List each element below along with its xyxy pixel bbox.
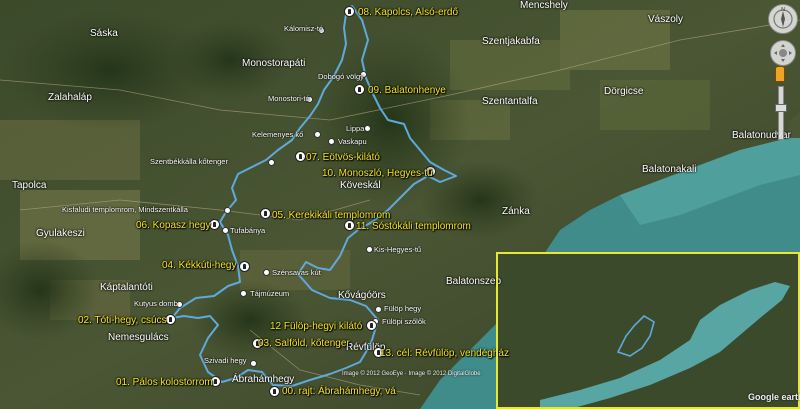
poi-vaskapu: Vaskapu [338, 137, 367, 146]
poi-dot[interactable] [240, 290, 247, 297]
hiker-pin-icon[interactable] [344, 6, 355, 17]
stage-label-09: 09. Balatonhenye [368, 85, 446, 96]
stage-label-13: 13. cél: Révfülöp, vendégház [380, 348, 509, 359]
svg-text:N: N [781, 7, 785, 13]
town-koveskal: Köveskál [340, 180, 381, 191]
town-saska: Sáska [90, 28, 118, 39]
town-mencshely: Mencshely [520, 0, 568, 11]
town-zalahalap: Zalahaláp [48, 92, 92, 103]
zoom-slider-knob[interactable] [775, 104, 787, 112]
poi-kisfaludi-templomrom: Kisfaludi templomrom, Mindszentkálla [62, 205, 188, 214]
town-tapolca: Tapolca [12, 180, 47, 191]
stage-label-12: 12 Fülöp-hegyi kilátó [270, 321, 363, 332]
compass-glyph: N [773, 7, 793, 29]
stage-label-04: 04. Kékkúti-hegy [162, 260, 237, 271]
poi-dot[interactable] [268, 159, 275, 166]
look-joystick-icon[interactable] [770, 40, 796, 66]
poi-dobogo-volgy: Dobogó völgy [318, 72, 364, 81]
hiker-pin-icon[interactable] [295, 151, 306, 162]
poi-lippa: Lippa [346, 124, 365, 133]
town-dorgicse: Dörgicse [604, 86, 644, 97]
poi-fulop-hegy: Fülöp hegy [384, 304, 422, 313]
poi-kis-hegyes-tu: Kis-Hegyes-tű [374, 245, 422, 254]
stage-label-10: 10. Monoszló, Hegyes-tű [322, 168, 433, 179]
stage-label-02: 02. Tóti-hegy, csúcs [78, 315, 167, 326]
poi-dot[interactable] [364, 125, 371, 132]
stage-label-05: 05. Kerekikáli templomrom [272, 210, 391, 221]
hiker-pin-icon[interactable] [239, 261, 250, 272]
poi-monostori-to: Monostori-tó [268, 94, 310, 103]
poi-dot[interactable] [224, 207, 231, 214]
imagery-credit: Image © 2012 GeoEye · Image © 2012 Digit… [342, 371, 481, 377]
hiker-pin-icon[interactable] [354, 84, 365, 95]
hiker-pin-icon[interactable] [344, 220, 355, 231]
town-gyulakeszi: Gyulakeszi [36, 228, 85, 239]
pegman-icon[interactable] [775, 66, 785, 82]
town-balatonszep: Balatonszep [446, 276, 502, 287]
poi-dot[interactable] [314, 131, 321, 138]
poi-tajmuzeum: Tájmúzeum [250, 289, 290, 298]
town-zanka: Zánka [502, 206, 530, 217]
town-kovagoors: Kővágóörs [338, 290, 386, 301]
poi-dot[interactable] [366, 246, 373, 253]
poi-dot[interactable] [263, 269, 270, 276]
town-monostorapati: Monostorapáti [242, 58, 306, 69]
town-szentantalfa: Szentantalfa [482, 96, 538, 107]
poi-kutyus-domb: Kutyus domb [134, 299, 178, 308]
poi-kelemenyes-ko: Kelemenyes kő [252, 130, 304, 139]
town-nemesgulacs: Nemesgulács [108, 332, 169, 343]
joystick-glyph [774, 44, 792, 62]
google-earth-logo: Google earth [748, 392, 800, 402]
town-abrahamhegy: Ábrahámhegy [232, 374, 295, 385]
hiker-pin-icon[interactable] [269, 386, 280, 397]
town-balatonakali: Balatonakali [642, 164, 697, 175]
poi-szentbekkalla-kotenger: Szentbékkálla kőtenger [150, 157, 228, 166]
poi-dot[interactable] [222, 227, 229, 234]
poi-fulopi-szolok: Fülöpi szőlők [382, 317, 426, 326]
poi-szivadi-hegy: Szivadi hegy [204, 356, 247, 365]
stage-label-11: 11. Sóstókáli templomrom [356, 221, 471, 232]
town-szentjakabfa: Szentjakabfa [482, 36, 540, 47]
stage-label-07: 07. Eötvös-kilátó [306, 152, 380, 163]
town-vaszoly: Vászoly [648, 14, 684, 25]
inset-frame [496, 252, 800, 409]
stage-label-03: 03. Salföld, kőtenger [258, 338, 350, 349]
poi-tufabanya: Tufabánya [230, 226, 266, 235]
poi-kalomisz-to: Kálomisz-tó [284, 24, 324, 33]
poi-dot[interactable] [375, 306, 382, 313]
hiker-pin-icon[interactable] [366, 320, 377, 331]
stage-label-00: 00. rajt: Ábrahámhegy, vá [282, 386, 396, 397]
poi-szensavas-kut: Szénsavas kút [272, 268, 321, 277]
stage-label-08: 08. Kapolcs, Alsó-erdő [358, 7, 459, 18]
zoom-slider-icon[interactable] [778, 86, 784, 140]
map-view[interactable]: Sáska Zalahaláp Monostorapáti Tapolca Gy… [0, 0, 800, 409]
stage-label-01: 01. Pálos kolostorrom [116, 377, 213, 388]
town-kaptalantoti: Káptalantóti [100, 282, 153, 293]
compass-icon[interactable]: N [768, 4, 798, 34]
hiker-pin-icon[interactable] [260, 208, 271, 219]
stage-label-06: 06. Kopasz hegy [136, 220, 211, 231]
poi-dot[interactable] [328, 138, 335, 145]
poi-dot[interactable] [250, 360, 257, 367]
